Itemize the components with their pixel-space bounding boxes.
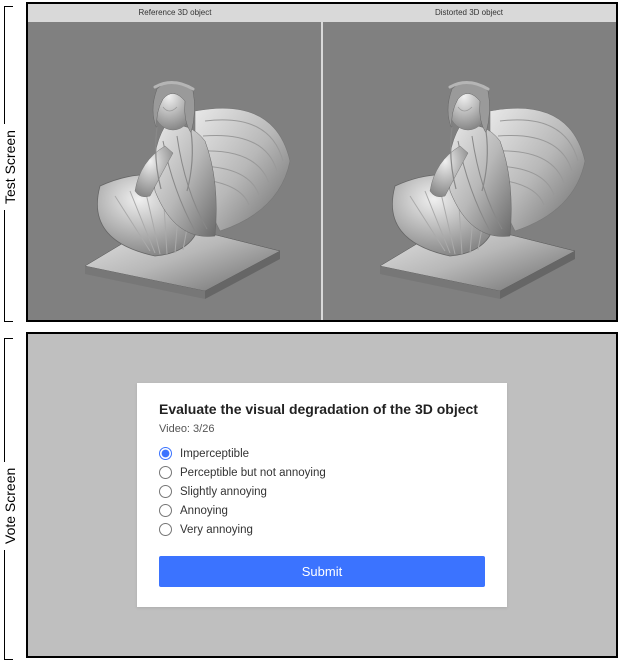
test-screen-label: Test Screen [2, 124, 18, 210]
option-imperceptible[interactable]: Imperceptible [159, 447, 485, 460]
option-label: Imperceptible [180, 448, 249, 460]
option-annoying[interactable]: Annoying [159, 504, 485, 517]
right-header: Distorted 3D object [322, 4, 616, 22]
statue-icon [45, 41, 305, 301]
radio-annoying[interactable] [159, 504, 172, 517]
option-label: Perceptible but not annoying [180, 467, 326, 479]
vote-panel: Evaluate the visual degradation of the 3… [26, 332, 618, 658]
distorted-viewer[interactable] [321, 22, 616, 320]
radio-very-annoying[interactable] [159, 523, 172, 536]
header-strip: Reference 3D object Distorted 3D object [28, 4, 616, 22]
left-header: Reference 3D object [28, 4, 322, 22]
vote-card: Evaluate the visual degradation of the 3… [137, 383, 507, 607]
reference-viewer[interactable] [28, 22, 321, 320]
option-label: Very annoying [180, 524, 253, 536]
vote-title: Evaluate the visual degradation of the 3… [159, 401, 485, 417]
option-label: Slightly annoying [180, 486, 267, 498]
radio-slightly-annoying[interactable] [159, 485, 172, 498]
submit-button[interactable]: Submit [159, 556, 485, 587]
option-perceptible-not-annoying[interactable]: Perceptible but not annoying [159, 466, 485, 479]
vote-screen-label: Vote Screen [2, 462, 18, 550]
option-very-annoying[interactable]: Very annoying [159, 523, 485, 536]
statue-icon [340, 41, 600, 301]
radio-imperceptible[interactable] [159, 447, 172, 460]
test-panel: Reference 3D object Distorted 3D object [26, 2, 618, 322]
viewer-row [28, 22, 616, 320]
option-slightly-annoying[interactable]: Slightly annoying [159, 485, 485, 498]
option-label: Annoying [180, 505, 228, 517]
vote-progress: Video: 3/26 [159, 423, 485, 435]
radio-perceptible-not-annoying[interactable] [159, 466, 172, 479]
